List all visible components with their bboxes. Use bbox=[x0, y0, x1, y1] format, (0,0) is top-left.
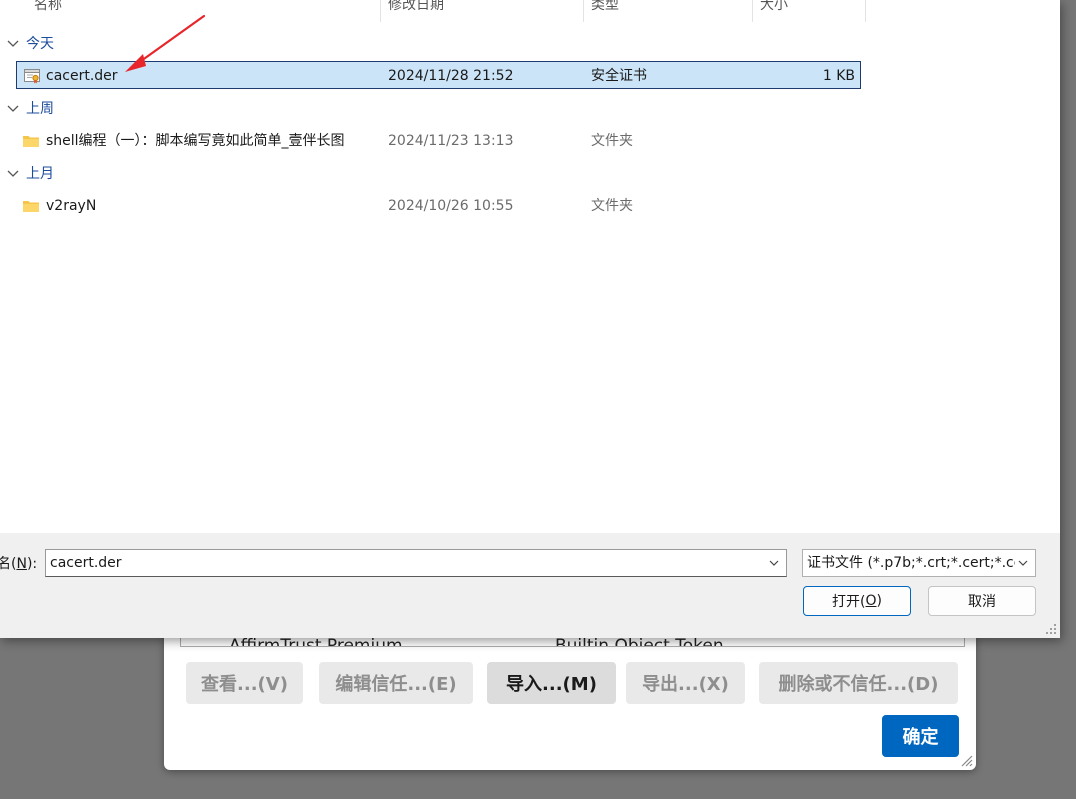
open-button-text: 打开( bbox=[832, 594, 866, 610]
chevron-down-icon bbox=[7, 40, 19, 47]
file-modified: 2024/10/26 10:55 bbox=[388, 198, 514, 214]
resize-grip-icon[interactable] bbox=[1045, 623, 1057, 635]
resize-grip-icon[interactable] bbox=[959, 753, 973, 767]
file-type: 安全证书 bbox=[591, 68, 647, 84]
edit-trust-button[interactable]: 编辑信任...(E) bbox=[319, 662, 473, 704]
folder-row[interactable]: shell编程（一）：脚本编写竟如此简单_壹伴长图 2024/11/23 13:… bbox=[16, 127, 861, 155]
file-modified: 2024/11/23 13:13 bbox=[388, 133, 514, 149]
chevron-down-icon bbox=[7, 170, 19, 177]
filename-label: 名(N): bbox=[0, 553, 37, 573]
ok-button[interactable]: 确定 bbox=[882, 715, 959, 757]
folder-icon bbox=[23, 201, 39, 212]
column-divider[interactable] bbox=[583, 0, 584, 22]
certificate-file-icon bbox=[24, 69, 40, 84]
column-divider[interactable] bbox=[865, 0, 866, 22]
folder-row[interactable]: v2rayN 2024/10/26 10:55 文件夹 bbox=[16, 192, 861, 220]
chevron-down-icon bbox=[1017, 557, 1029, 569]
group-label: 上月 bbox=[26, 166, 54, 182]
group-header-last-week[interactable]: 上周 bbox=[6, 97, 54, 119]
view-button[interactable]: 查看...(V) bbox=[186, 662, 303, 704]
group-header-last-month[interactable]: 上月 bbox=[6, 162, 54, 184]
column-size[interactable]: 大小 bbox=[756, 0, 864, 22]
dialog-footer: 名(N): cacert.der 证书文件 (*.p7b;*.crt;*.cer… bbox=[0, 533, 1060, 638]
column-type[interactable]: 类型 bbox=[587, 0, 751, 22]
open-button-accesskey: O bbox=[865, 593, 877, 609]
filetype-value: 证书文件 (*.p7b;*.crt;*.cert;*.cer;*.der) bbox=[807, 555, 1015, 571]
delete-or-distrust-button[interactable]: 删除或不信任...(D) bbox=[759, 662, 958, 704]
chevron-down-icon bbox=[7, 105, 19, 112]
annotation-arrow-icon bbox=[125, 14, 206, 72]
folder-icon bbox=[23, 136, 39, 147]
file-name: cacert.der bbox=[46, 68, 118, 84]
chevron-down-icon[interactable] bbox=[768, 557, 780, 569]
column-divider[interactable] bbox=[752, 0, 753, 22]
filetype-select[interactable]: 证书文件 (*.p7b;*.crt;*.cert;*.cer;*.der) bbox=[802, 549, 1036, 577]
column-divider[interactable] bbox=[380, 0, 381, 22]
file-open-dialog: 名称 修改日期 类型 大小 今天 cacert.der 2024/11/28 2… bbox=[0, 0, 1060, 638]
filename-label-text: 名( bbox=[0, 556, 17, 572]
filename-value: cacert.der bbox=[50, 555, 122, 571]
import-button[interactable]: 导入...(M) bbox=[487, 662, 616, 704]
group-label: 上周 bbox=[26, 101, 54, 117]
group-header-today[interactable]: 今天 bbox=[6, 32, 54, 54]
filename-label-suffix: ): bbox=[26, 556, 38, 572]
group-label: 今天 bbox=[26, 36, 54, 52]
file-type: 文件夹 bbox=[591, 198, 633, 214]
open-button-suffix: ) bbox=[876, 593, 882, 609]
file-size: 1 KB bbox=[822, 68, 855, 84]
file-name: v2rayN bbox=[46, 198, 97, 214]
filename-label-accesskey: N bbox=[16, 556, 27, 572]
file-modified: 2024/11/28 21:52 bbox=[388, 68, 514, 84]
file-name: shell编程（一）：脚本编写竟如此简单_壹伴长图 bbox=[46, 133, 345, 149]
open-button[interactable]: 打开(O) bbox=[803, 586, 911, 616]
cancel-button[interactable]: 取消 bbox=[928, 586, 1036, 616]
export-button[interactable]: 导出...(X) bbox=[626, 662, 745, 704]
column-modified[interactable]: 修改日期 bbox=[384, 0, 582, 22]
file-type: 文件夹 bbox=[591, 133, 633, 149]
filename-input[interactable]: cacert.der bbox=[45, 549, 787, 577]
